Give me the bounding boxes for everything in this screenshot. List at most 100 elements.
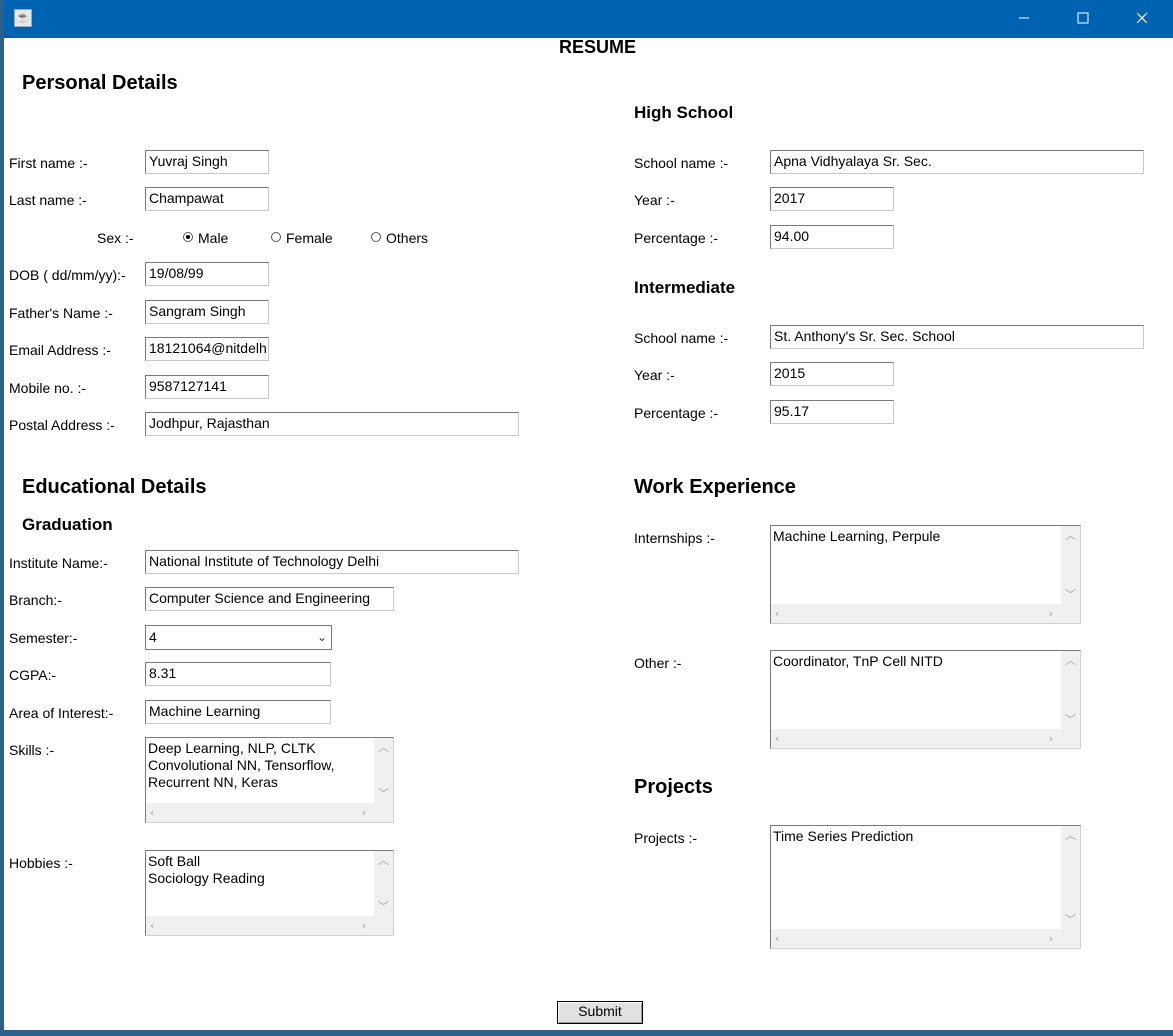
other-textarea[interactable]: Coordinator, TnP Cell NITD ︿ ﹀ ‹ › xyxy=(770,650,1081,749)
internships-textarea[interactable]: Machine Learning, Perpule ︿ ﹀ ‹ › xyxy=(770,525,1081,624)
vertical-scrollbar[interactable]: ︿ ﹀ xyxy=(1061,826,1080,929)
first-name-label: First name :- xyxy=(9,155,88,171)
hs-year-field[interactable]: 2017 xyxy=(770,187,894,211)
hs-year-label: Year :- xyxy=(634,192,675,208)
scroll-corner xyxy=(1061,929,1080,948)
int-year-field[interactable]: 2015 xyxy=(770,362,894,386)
email-label: Email Address :- xyxy=(9,342,111,358)
maximize-icon xyxy=(1077,12,1089,24)
scroll-up-icon[interactable]: ︿ xyxy=(378,742,389,753)
projects-heading: Projects xyxy=(634,776,713,798)
semester-label: Semester:- xyxy=(9,630,78,646)
scroll-right-icon[interactable]: › xyxy=(362,807,366,818)
horizontal-scrollbar[interactable]: ‹ › xyxy=(146,916,374,935)
scroll-up-icon[interactable]: ︿ xyxy=(1065,655,1076,666)
skills-text: Deep Learning, NLP, CLTK Convolutional N… xyxy=(148,740,335,790)
semester-value: 4 xyxy=(149,629,157,645)
sex-female-radio[interactable] xyxy=(271,232,281,242)
sex-label: Sex :- xyxy=(97,230,134,246)
branch-label: Branch:- xyxy=(9,592,62,608)
scroll-corner xyxy=(374,803,393,822)
internships-label: Internships :- xyxy=(634,530,715,546)
scroll-left-icon[interactable]: ‹ xyxy=(150,920,154,931)
dob-label: DOB ( dd/mm/yy):- xyxy=(9,267,126,283)
internships-text: Machine Learning, Perpule xyxy=(773,528,941,544)
personal-details-heading: Personal Details xyxy=(22,72,178,94)
sex-others-radio[interactable] xyxy=(371,232,381,242)
branch-field[interactable]: Computer Science and Engineering xyxy=(145,587,394,611)
scroll-up-icon[interactable]: ︿ xyxy=(1065,830,1076,841)
scroll-down-icon[interactable]: ﹀ xyxy=(1065,589,1076,600)
other-label: Other :- xyxy=(634,655,682,671)
scroll-left-icon[interactable]: ‹ xyxy=(150,807,154,818)
vertical-scrollbar[interactable]: ︿ ﹀ xyxy=(1061,651,1080,729)
horizontal-scrollbar[interactable]: ‹ › xyxy=(771,604,1061,623)
area-of-interest-field[interactable]: Machine Learning xyxy=(145,700,331,724)
mobile-field[interactable]: 9587127141 xyxy=(145,375,269,399)
graduation-heading: Graduation xyxy=(22,515,113,534)
first-name-field[interactable]: Yuvraj Singh xyxy=(145,150,269,174)
hs-percentage-field[interactable]: 94.00 xyxy=(770,225,894,249)
hobbies-label: Hobbies :- xyxy=(9,855,73,871)
hs-school-field[interactable]: Apna Vidhyalaya Sr. Sec. xyxy=(770,150,1144,174)
postal-address-field[interactable]: Jodhpur, Rajasthan xyxy=(145,412,519,436)
cgpa-label: CGPA:- xyxy=(9,667,57,683)
email-field[interactable]: 18121064@nitdelh xyxy=(145,337,269,361)
close-icon xyxy=(1136,12,1148,24)
hobbies-textarea[interactable]: Soft Ball Sociology Reading ︿ ﹀ ‹ › xyxy=(145,850,394,936)
intermediate-heading: Intermediate xyxy=(634,278,736,297)
scroll-right-icon[interactable]: › xyxy=(1049,733,1053,744)
horizontal-scrollbar[interactable]: ‹ › xyxy=(771,729,1061,748)
father-name-field[interactable]: Sangram Singh xyxy=(145,300,269,324)
projects-label: Projects :- xyxy=(634,830,698,846)
scroll-up-icon[interactable]: ︿ xyxy=(1065,530,1076,541)
hs-percentage-label: Percentage :- xyxy=(634,230,719,246)
vertical-scrollbar[interactable]: ︿ ﹀ xyxy=(374,851,393,916)
other-text: Coordinator, TnP Cell NITD xyxy=(773,653,943,669)
projects-textarea[interactable]: Time Series Prediction ︿ ﹀ ‹ › xyxy=(770,825,1081,949)
postal-address-label: Postal Address :- xyxy=(9,417,115,433)
vertical-scrollbar[interactable]: ︿ ﹀ xyxy=(1061,526,1080,604)
dob-field[interactable]: 19/08/99 xyxy=(145,262,269,286)
scroll-up-icon[interactable]: ︿ xyxy=(378,855,389,866)
sex-male-radio[interactable] xyxy=(183,232,193,242)
minimize-icon xyxy=(1019,17,1029,19)
scroll-right-icon[interactable]: › xyxy=(1049,608,1053,619)
page-title: RESUME xyxy=(559,37,637,57)
java-coffee-icon[interactable]: ☕ xyxy=(14,9,32,27)
int-school-field[interactable]: St. Anthony's Sr. Sec. School xyxy=(770,325,1144,349)
scroll-right-icon[interactable]: › xyxy=(362,920,366,931)
work-experience-heading: Work Experience xyxy=(634,476,796,498)
institute-field[interactable]: National Institute of Technology Delhi xyxy=(145,550,519,574)
scroll-left-icon[interactable]: ‹ xyxy=(775,608,779,619)
resume-window: ☕ RESUME Personal Details First name :- … xyxy=(4,0,1173,1030)
sex-male-label: Male xyxy=(198,230,229,246)
scroll-down-icon[interactable]: ﹀ xyxy=(1065,714,1076,725)
scroll-down-icon[interactable]: ﹀ xyxy=(378,901,389,912)
vertical-scrollbar[interactable]: ︿ ﹀ xyxy=(374,738,393,803)
skills-label: Skills :- xyxy=(9,742,55,758)
horizontal-scrollbar[interactable]: ‹ › xyxy=(771,929,1061,948)
maximize-button[interactable] xyxy=(1054,0,1112,38)
hs-school-label: School name :- xyxy=(634,155,729,171)
minimize-button[interactable] xyxy=(995,0,1053,38)
scroll-corner xyxy=(1061,604,1080,623)
horizontal-scrollbar[interactable]: ‹ › xyxy=(146,803,374,822)
skills-textarea[interactable]: Deep Learning, NLP, CLTK Convolutional N… xyxy=(145,737,394,823)
int-percentage-label: Percentage :- xyxy=(634,405,719,421)
scroll-down-icon[interactable]: ﹀ xyxy=(1065,914,1076,925)
scroll-right-icon[interactable]: › xyxy=(1049,933,1053,944)
last-name-field[interactable]: Champawat xyxy=(145,187,269,211)
submit-button[interactable]: Submit xyxy=(557,1001,643,1024)
scroll-down-icon[interactable]: ﹀ xyxy=(378,788,389,799)
cgpa-field[interactable]: 8.31 xyxy=(145,662,331,686)
scroll-left-icon[interactable]: ‹ xyxy=(775,933,779,944)
close-button[interactable] xyxy=(1113,0,1171,38)
last-name-label: Last name :- xyxy=(9,192,87,208)
int-percentage-field[interactable]: 95.17 xyxy=(770,400,894,424)
scroll-left-icon[interactable]: ‹ xyxy=(775,733,779,744)
semester-dropdown[interactable]: 4 ⌄ xyxy=(145,625,332,650)
scroll-corner xyxy=(374,916,393,935)
int-year-label: Year :- xyxy=(634,367,675,383)
institute-label: Institute Name:- xyxy=(9,555,108,571)
